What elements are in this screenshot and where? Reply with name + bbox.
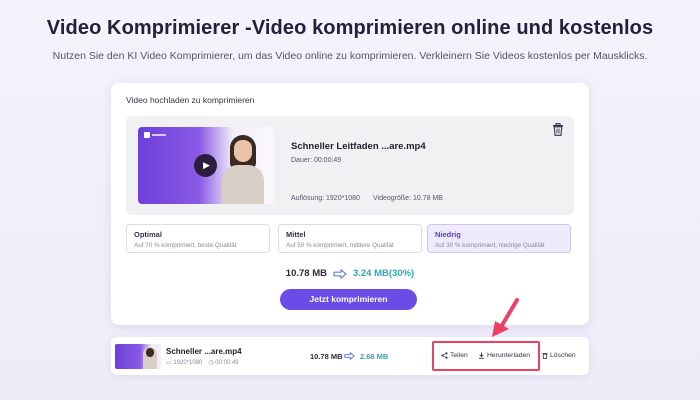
duration-info: ◷ 00:00:49 (208, 360, 239, 366)
presenter-image (220, 133, 266, 204)
pointer-arrow-icon (492, 298, 519, 337)
resolution-info: ▭ 1920*1080 (166, 360, 203, 366)
output-meta: ▭ 1920*1080 ◷ 00:00:49 (166, 359, 239, 366)
uploaded-video-panel: ▶ Schneller Leitfaden ...are.mp4 Dauer: … (126, 116, 574, 215)
thumbnail-logo (144, 132, 170, 138)
video-duration: Dauer: 00:00:49 (291, 157, 342, 164)
output-file-name: Schneller ...are.mp4 (166, 347, 242, 356)
original-size: 10.78 MB (285, 268, 327, 279)
video-resolution: Auflösung: 1920*1080 (291, 195, 360, 202)
option-title: Optimal (134, 230, 162, 239)
delete-button[interactable]: Löschen (542, 352, 576, 359)
video-thumbnail[interactable]: ▶ (138, 127, 274, 204)
output-compressed-size: 2.68 MB (360, 352, 389, 361)
compress-now-button[interactable]: Jetzt komprimieren (280, 289, 417, 310)
compression-result: 10.78 MB 3.24 MB(30%) (111, 268, 589, 279)
option-optimal[interactable]: Optimal Auf 70 % komprimiert, beste Qual… (126, 224, 270, 253)
output-original-size: 10.78 MB (310, 352, 343, 361)
compressed-size: 3.24 MB(30%) (352, 268, 415, 279)
page-title: Video Komprimierer -Video komprimieren o… (46, 17, 654, 39)
compressor-card: Video hochladen zu komprimieren ▶ Schnel… (111, 83, 589, 325)
right-arrow-icon (333, 268, 347, 279)
upload-label: Video hochladen zu komprimieren (126, 95, 255, 105)
highlight-box (432, 341, 540, 371)
option-description: Auf 70 % komprimiert, beste Qualität (134, 242, 237, 249)
option-title: Mittel (286, 230, 306, 239)
video-file-name: Schneller Leitfaden ...are.mp4 (291, 141, 426, 152)
trash-icon[interactable] (552, 123, 564, 136)
delete-label: Löschen (550, 352, 576, 359)
page-subtitle: Nutzen Sie den KI Video Komprimierer, um… (52, 50, 648, 62)
option-niedrig[interactable]: Niedrig Auf 30 % komprimiert, niedrige Q… (427, 224, 571, 253)
option-description: Auf 30 % komprimiert, niedrige Qualität (435, 242, 545, 249)
output-thumbnail (115, 344, 161, 369)
option-description: Auf 50 % komprimiert, mittlere Qualität (286, 242, 394, 249)
option-title: Niedrig (435, 230, 461, 239)
trash-icon (542, 353, 548, 359)
play-icon[interactable]: ▶ (194, 154, 217, 177)
option-mittel[interactable]: Mittel Auf 50 % komprimiert, mittlere Qu… (278, 224, 422, 253)
right-arrow-icon (344, 352, 355, 360)
video-filesize: Videogröße: 10.78 MB (373, 195, 443, 202)
